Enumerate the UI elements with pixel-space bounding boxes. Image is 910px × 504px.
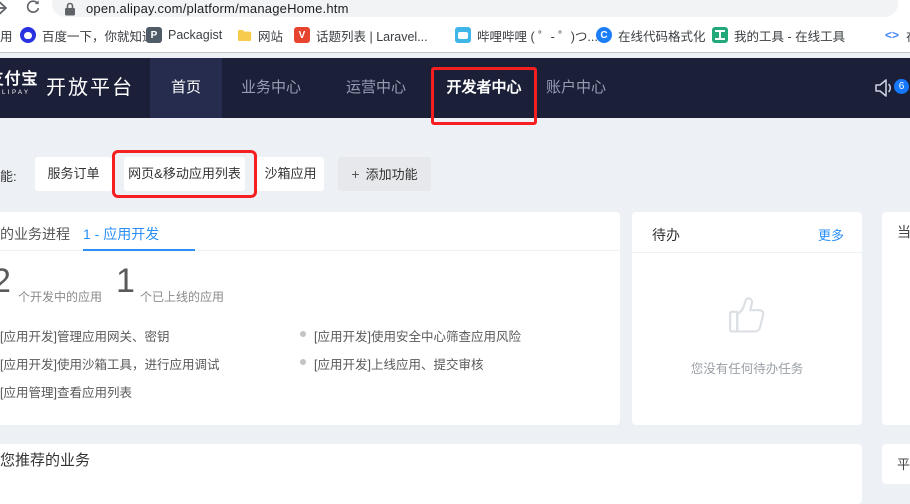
- bookmark-label: 哔哩哔哩 ( ゜- ゜)つ...: [477, 26, 598, 45]
- add-function-button[interactable]: + 添加功能: [338, 157, 431, 191]
- nav-item-home[interactable]: 首页: [150, 58, 222, 118]
- web-mobile-app-list-button[interactable]: 网页&移动应用列表: [124, 157, 245, 191]
- todo-card: 待办 更多 您没有任何待办任务: [632, 212, 862, 425]
- nav-item-business-center[interactable]: 业务中心: [238, 58, 304, 118]
- forward-button[interactable]: [0, 0, 11, 18]
- announcement-speaker-icon[interactable]: [874, 78, 896, 98]
- baidu-icon: [20, 27, 36, 43]
- bookmark-label: 在: [906, 26, 910, 45]
- todo-empty-text: 您没有任何待办任务: [632, 358, 862, 377]
- code-brackets-icon: <>: [884, 27, 900, 43]
- browser-chrome: open.alipay.com/platform/manageHome.htm …: [0, 0, 910, 53]
- stat-developing-label: 个开发中的应用: [18, 288, 102, 305]
- active-tab-underline: [83, 249, 195, 251]
- business-process-card: 的业务进程 1 - 应用开发 2 个开发中的应用 1 个已上线的应用 [应用开发…: [0, 212, 620, 425]
- bullet-dot: [300, 359, 306, 365]
- nav-item-account-center[interactable]: 账户中心: [543, 58, 609, 118]
- partial-card-title: 当: [897, 222, 910, 242]
- bookmark-cutoff[interactable]: 用: [0, 25, 13, 45]
- todo-more-link[interactable]: 更多: [818, 225, 844, 244]
- bookmark-baidu[interactable]: 百度一下，你就知道: [20, 25, 155, 45]
- notification-badge[interactable]: 6: [894, 79, 909, 94]
- stat-developing-count: 2: [0, 262, 11, 301]
- reload-button[interactable]: [24, 0, 44, 18]
- task-item[interactable]: [应用开发]使用沙箱工具，进行应用调试: [0, 354, 219, 373]
- bookmark-my-tools[interactable]: 我的工具 - 在线工具: [712, 25, 845, 45]
- service-orders-button[interactable]: 服务订单: [35, 157, 112, 191]
- bookmark-cutoff-right[interactable]: <> 在: [884, 25, 910, 45]
- add-function-label: 添加功能: [366, 167, 418, 182]
- task-item[interactable]: [应用管理]查看应用列表: [0, 382, 132, 401]
- todo-card-title: 待办: [652, 225, 680, 245]
- url-text[interactable]: open.alipay.com/platform/manageHome.htm: [86, 1, 349, 16]
- functions-label: 能:: [0, 166, 17, 185]
- bookmark-bilibili[interactable]: 哔哩哔哩 ( ゜- ゜)つ...: [455, 25, 598, 45]
- bookmark-label: 话题列表 | Laravel...: [316, 26, 428, 45]
- process-card-title: 的业务进程: [0, 224, 70, 244]
- stat-online-label: 个已上线的应用: [140, 288, 224, 305]
- folder-icon: [236, 27, 252, 43]
- packagist-icon: P: [146, 27, 162, 43]
- partial-card-bottom-right: 平: [882, 444, 910, 484]
- bookmark-label: 在线代码格式化: [618, 26, 706, 45]
- recommended-business-card: 您推荐的业务: [0, 444, 862, 504]
- alipay-logo[interactable]: 支付宝 ALIPAY: [0, 70, 42, 97]
- lock-icon[interactable]: [64, 2, 76, 16]
- bookmark-packagist[interactable]: P Packagist: [146, 25, 222, 45]
- nav-item-developer-center[interactable]: 开发者中心: [446, 58, 522, 118]
- task-item[interactable]: [应用开发]上线应用、提交审核: [314, 354, 483, 373]
- task-item[interactable]: [应用开发]使用安全中心筛查应用风险: [314, 326, 521, 345]
- stat-online-count: 1: [116, 262, 135, 301]
- bilibili-icon: [455, 27, 471, 43]
- reload-icon: [24, 0, 42, 16]
- nav-item-operation-center[interactable]: 运营中心: [343, 58, 409, 118]
- bullet-dot: [300, 331, 306, 337]
- bookmark-code-format[interactable]: C 在线代码格式化: [596, 25, 706, 45]
- partial-card-right: 当: [882, 212, 910, 425]
- bookmark-label: 百度一下，你就知道: [42, 26, 155, 45]
- bookmark-label: 用: [0, 26, 13, 45]
- tab-app-development[interactable]: 1 - 应用开发: [83, 224, 159, 244]
- todo-card-header: 待办 更多: [632, 212, 862, 253]
- tools-icon: [712, 27, 728, 43]
- forward-arrow-icon: [0, 0, 11, 18]
- top-navigation: 支付宝 ALIPAY 开放平台 首页 业务中心 运营中心 开发者中心 账户中心: [0, 58, 910, 118]
- partial-card-title: 平: [897, 454, 910, 473]
- bookmark-label: 网站: [258, 26, 283, 45]
- alipay-logo-en: ALIPAY: [0, 90, 42, 97]
- platform-title: 开放平台: [46, 58, 134, 118]
- plus-icon: +: [351, 166, 359, 182]
- sandbox-app-button[interactable]: 沙箱应用: [257, 157, 324, 191]
- bookmark-label: Packagist: [168, 28, 222, 42]
- alipay-logo-cn: 支付宝: [0, 70, 42, 90]
- bookmark-website[interactable]: 网站: [236, 25, 283, 45]
- bookmark-label: 我的工具 - 在线工具: [734, 26, 845, 45]
- thumbs-up-icon: [723, 290, 771, 343]
- code-format-icon: C: [596, 27, 612, 43]
- laravel-icon: V: [294, 27, 310, 43]
- task-item[interactable]: [应用开发]管理应用网关、密钥: [0, 326, 169, 345]
- bookmark-laravel-topics[interactable]: V 话题列表 | Laravel...: [294, 25, 428, 45]
- process-card-header: 的业务进程 1 - 应用开发: [0, 212, 620, 251]
